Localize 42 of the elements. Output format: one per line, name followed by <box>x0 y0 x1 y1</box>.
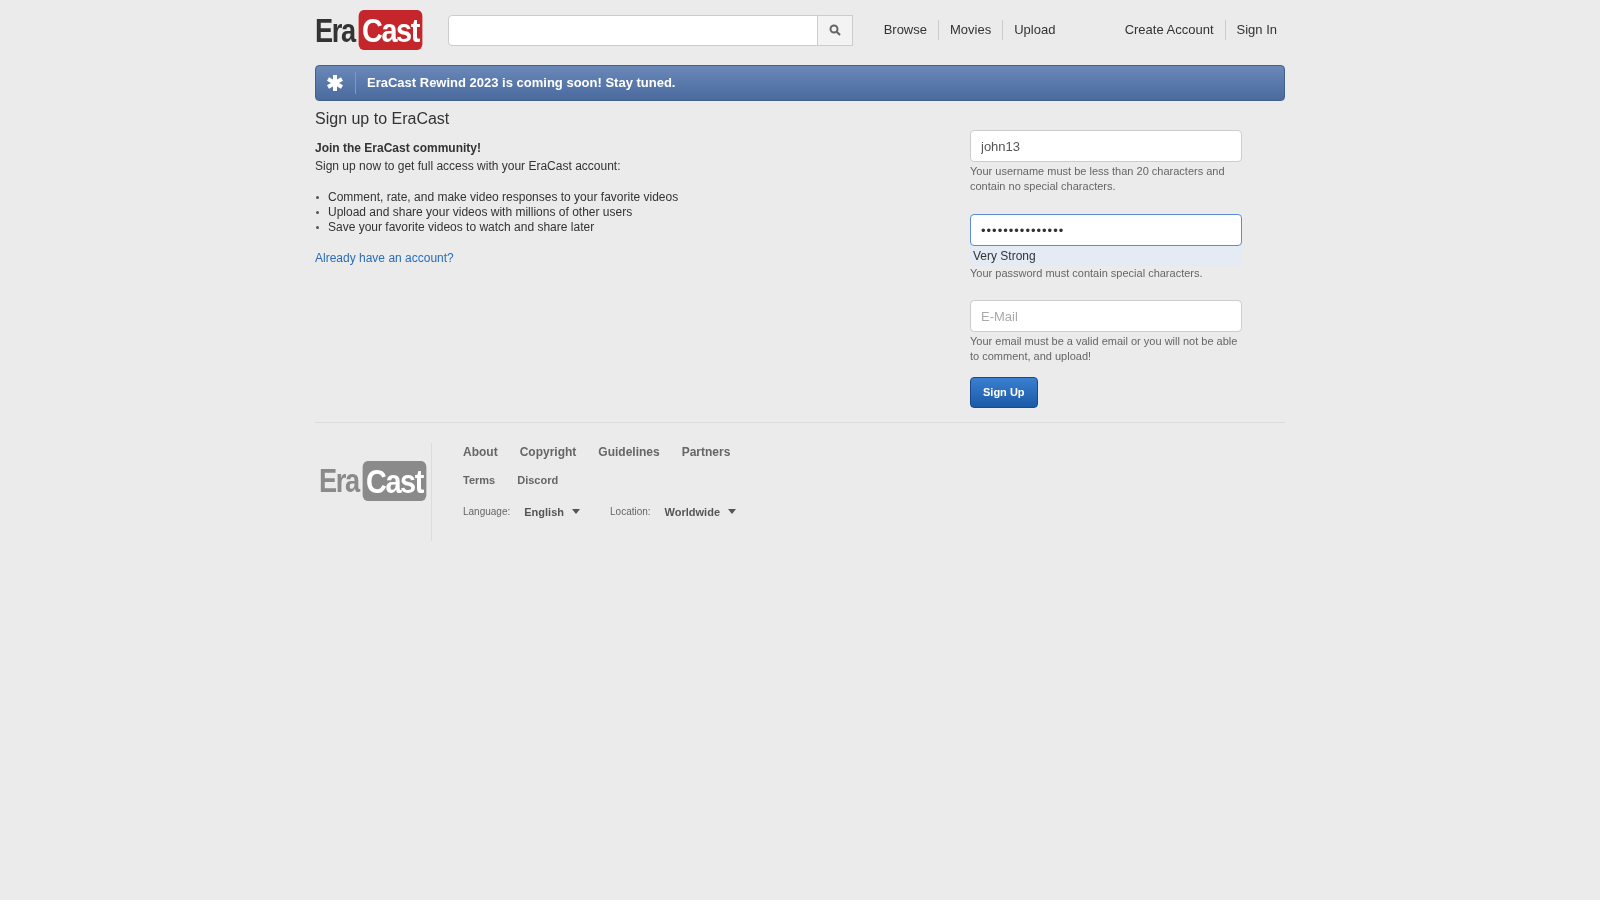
location-label: Location: <box>610 505 651 520</box>
username-field[interactable]: john13 <box>970 130 1242 162</box>
footer-link[interactable]: Discord <box>517 472 559 489</box>
logo[interactable]: Era Cast <box>319 455 431 506</box>
language-dropdown[interactable]: English <box>524 503 580 520</box>
account-link[interactable]: Create Account <box>1113 20 1225 40</box>
username-hint: Your username must be less than 20 characters and contain no special characters. <box>970 164 1226 194</box>
location-dropdown[interactable]: Worldwide <box>664 503 737 520</box>
page-title: Sign up to EraCast <box>315 109 451 129</box>
account-link[interactable]: Sign In <box>1224 20 1277 40</box>
bullet-icon <box>316 196 319 199</box>
sign-up-button[interactable]: Sign Up <box>970 377 1038 408</box>
caret-icon <box>728 509 737 515</box>
feature-text: Save your favorite videos to watch and share later <box>328 220 595 235</box>
password-strength: Very Strong <box>970 246 1242 266</box>
footer-link[interactable]: Copyright <box>519 443 577 461</box>
existing-account-link[interactable]: Already have an account? <box>315 249 454 267</box>
footer-link[interactable]: Partners <box>681 443 731 461</box>
bullet-icon <box>316 226 319 229</box>
nav-link[interactable]: Upload <box>1002 20 1067 40</box>
password-hint: Your password must contain special characters. <box>970 266 1204 281</box>
caret-icon <box>572 509 580 515</box>
intro-text: Sign up now to get full access with your EraCast account: <box>315 158 622 175</box>
search-button[interactable] <box>817 14 853 46</box>
feature-text: Comment, rate, and make video responses to your favorite videos <box>328 190 679 205</box>
search-field[interactable] <box>447 14 818 46</box>
search-icon <box>828 24 841 36</box>
intro-heading: Join the EraCast community! <box>315 140 483 157</box>
banner-text: EraCast Rewind 2023 is coming soon! Stay tuned. <box>367 74 676 93</box>
nav-link[interactable]: Movies <box>938 20 1003 40</box>
email-hint: Your email must be a valid email or you will not be able to comment, and upload! <box>970 334 1239 364</box>
logo[interactable]: Era Cast <box>315 4 428 56</box>
footer-link[interactable]: Guidelines <box>598 443 660 461</box>
feature-text: Upload and share your videos with millions of other users <box>328 205 633 220</box>
email-field[interactable]: E-Mail <box>970 300 1242 332</box>
bullet-icon <box>316 211 319 214</box>
nav-link[interactable]: Browse <box>872 20 938 40</box>
asterisk-icon <box>326 74 344 92</box>
footer-link[interactable]: About <box>463 443 498 461</box>
password-field[interactable]: ••••••••••••••• <box>970 214 1242 246</box>
footer-link[interactable]: Terms <box>463 472 496 489</box>
language-label: Language: <box>463 505 511 520</box>
